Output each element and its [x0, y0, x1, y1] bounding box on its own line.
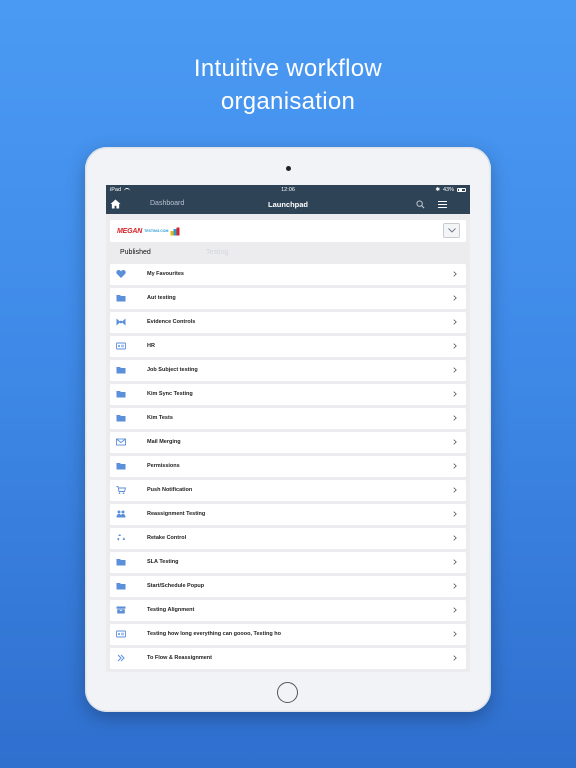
- id-card-icon: [116, 342, 126, 350]
- list-item[interactable]: To Flow & Reassignment: [110, 648, 466, 669]
- list-item-label: Kim Sync Testing: [147, 391, 193, 397]
- chevron-right-icon: [453, 559, 457, 565]
- list-item[interactable]: SLA Testing: [110, 552, 466, 573]
- logo-mark-icon: [170, 227, 180, 235]
- list-item[interactable]: Start/Schedule Popup: [110, 576, 466, 597]
- list-item-label: Aut testing: [147, 295, 176, 301]
- folder-icon: [116, 463, 126, 470]
- list-item[interactable]: Aut testing: [110, 288, 466, 309]
- folder-icon: [116, 391, 126, 398]
- folder-icon: [116, 415, 126, 422]
- chevron-right-icon: [453, 583, 457, 589]
- list-item-label: Kim Tests: [147, 415, 173, 421]
- double-chevron-icon: [117, 654, 125, 662]
- list-item[interactable]: Evidence Controls: [110, 312, 466, 333]
- list-item[interactable]: Kim Tests: [110, 408, 466, 429]
- list-item[interactable]: HR: [110, 336, 466, 357]
- list-item-label: My Favourites: [147, 271, 184, 277]
- list-item[interactable]: Testing how long everything can goooo, T…: [110, 624, 466, 645]
- users-icon: [116, 510, 126, 518]
- folder-icon: [116, 367, 126, 374]
- list-item-label: Push Notification: [147, 487, 193, 493]
- status-time: 12:06: [281, 187, 295, 193]
- list-item[interactable]: Permissions: [110, 456, 466, 477]
- chevron-right-icon: [453, 295, 457, 301]
- heart-icon: [116, 270, 126, 278]
- status-bar: iPad 12:06 ✱ 43%: [106, 185, 470, 195]
- search-icon[interactable]: [416, 200, 425, 209]
- battery-icon: [457, 187, 466, 193]
- list-item[interactable]: Push Notification: [110, 480, 466, 501]
- org-header: MEGAN TESTING.COM: [110, 220, 466, 242]
- list-item[interactable]: Mail Merging: [110, 432, 466, 453]
- chevron-down-icon: [447, 228, 456, 233]
- ipad-frame: iPad 12:06 ✱ 43% Dashboard Launchpad MEG…: [85, 147, 491, 712]
- launchpad-content: MEGAN TESTING.COM Published Testing My F…: [106, 214, 470, 669]
- tab-testing[interactable]: Testing: [206, 249, 228, 256]
- chevron-right-icon: [453, 535, 457, 541]
- list-item-label: Mail Merging: [147, 439, 181, 445]
- envelope-icon: [116, 438, 126, 446]
- list-item-label: Job Subject testing: [147, 367, 198, 373]
- chevron-right-icon: [453, 511, 457, 517]
- archive-icon: [116, 606, 126, 614]
- tab-published[interactable]: Published: [120, 249, 151, 256]
- recycle-icon: [117, 534, 125, 541]
- headline-line-1: Intuitive workflow: [193, 55, 383, 82]
- list-item-label: Testing how long everything can goooo, T…: [147, 631, 281, 637]
- chevron-right-icon: [453, 607, 457, 613]
- nav-bar: Dashboard Launchpad: [106, 195, 470, 214]
- tab-bar: Published Testing: [110, 242, 466, 264]
- chevron-right-icon: [453, 439, 457, 445]
- chevron-right-icon: [453, 367, 457, 373]
- headline: Intuitive workflow organisation: [0, 52, 576, 118]
- cart-icon: [116, 486, 126, 494]
- chevron-right-icon: [453, 343, 457, 349]
- folder-icon: [116, 559, 126, 566]
- list-item[interactable]: My Favourites: [110, 264, 466, 285]
- list-item[interactable]: Job Subject testing: [110, 360, 466, 381]
- chevron-right-icon: [453, 415, 457, 421]
- collapse-button[interactable]: [443, 223, 460, 238]
- list-item-label: Start/Schedule Popup: [147, 583, 205, 589]
- list-item-label: Testing Alignment: [147, 607, 195, 613]
- list-item[interactable]: Retake Control: [110, 528, 466, 549]
- chevron-right-icon: [453, 487, 457, 493]
- folder-icon: [116, 583, 126, 590]
- folder-icon: [116, 295, 126, 302]
- list-item[interactable]: Testing Alignment: [110, 600, 466, 621]
- logo-subtext: TESTING.COM: [144, 229, 169, 233]
- list-item-label: To Flow & Reassignment: [147, 655, 212, 661]
- launchpad-list: My Favourites Aut testing Evidence Control…: [110, 264, 466, 669]
- headline-line-2: organisation: [220, 88, 356, 115]
- chevron-right-icon: [453, 391, 457, 397]
- hamburger-menu-icon[interactable]: [438, 201, 447, 208]
- list-item-label: Permissions: [147, 463, 180, 469]
- chevron-right-icon: [453, 631, 457, 637]
- list-item-label: Reassignment Testing: [147, 511, 206, 517]
- list-item-label: HR: [147, 343, 155, 349]
- chevron-right-icon: [453, 319, 457, 325]
- list-item-label: SLA Testing: [147, 559, 179, 565]
- camera: [286, 166, 291, 171]
- bowtie-icon: [116, 318, 126, 326]
- chevron-right-icon: [453, 655, 457, 661]
- list-item[interactable]: Reassignment Testing: [110, 504, 466, 525]
- chevron-right-icon: [453, 271, 457, 277]
- logo-brand: MEGAN: [117, 227, 143, 235]
- list-item-label: Evidence Controls: [147, 319, 196, 325]
- list-item[interactable]: Kim Sync Testing: [110, 384, 466, 405]
- chevron-right-icon: [453, 463, 457, 469]
- id-card-icon: [116, 630, 126, 638]
- app-screen: iPad 12:06 ✱ 43% Dashboard Launchpad MEG…: [106, 185, 470, 672]
- ipad-home-button: [277, 682, 298, 703]
- list-item-label: Retake Control: [147, 535, 187, 541]
- megan-logo: MEGAN TESTING.COM: [117, 227, 180, 236]
